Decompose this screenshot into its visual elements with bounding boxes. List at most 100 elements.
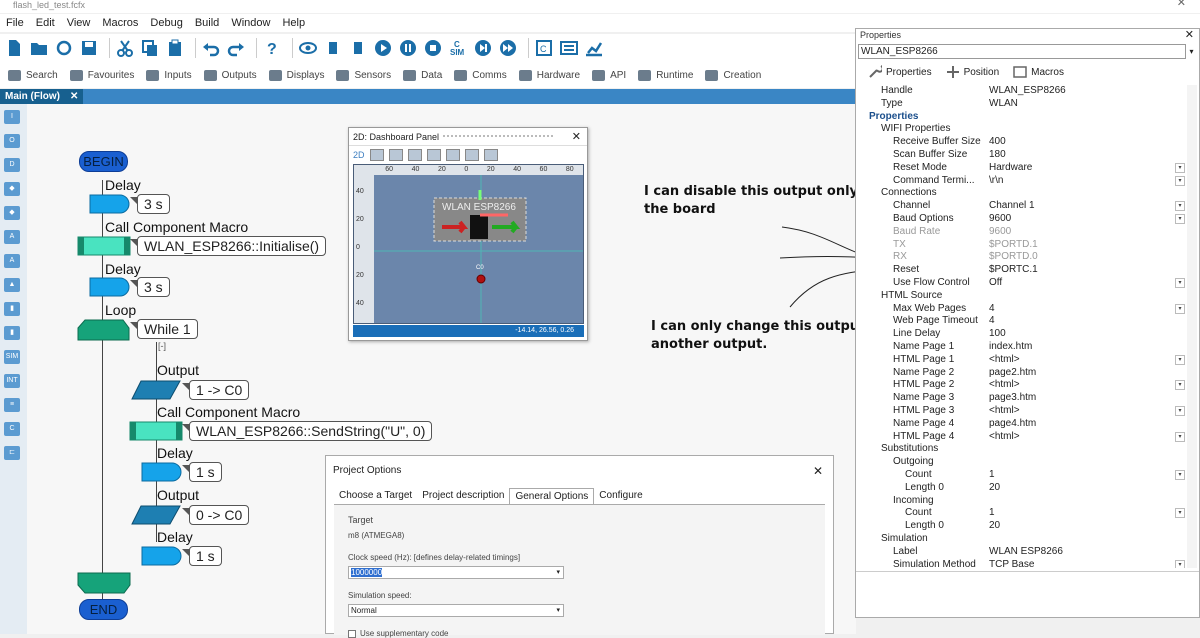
component-selector[interactable]: WLAN_ESP8266 <box>858 44 1186 59</box>
fast-forward-icon[interactable] <box>498 38 518 58</box>
tab-main-flow[interactable]: Main (Flow) ✕ <box>0 89 84 104</box>
cut-icon[interactable] <box>115 38 135 58</box>
begin-terminal[interactable]: BEGIN <box>79 151 128 172</box>
category-creation[interactable]: Creation <box>703 67 761 84</box>
chevron-down-icon[interactable]: ▾ <box>1175 214 1185 224</box>
property-value[interactable]: page2.htm <box>989 367 1036 380</box>
palette-item-icon[interactable]: C <box>4 422 20 436</box>
property-row[interactable]: Channel Channel 1 ▾ <box>861 200 1187 213</box>
dialog-tab[interactable]: Choose a Target <box>334 488 417 504</box>
chevron-down-icon[interactable]: ▾ <box>1175 406 1185 416</box>
delay-block-3[interactable] <box>141 462 183 482</box>
undo-icon[interactable] <box>201 38 221 58</box>
palette-item-icon[interactable]: I <box>4 110 20 124</box>
copy-icon[interactable] <box>140 38 160 58</box>
macro-block-2[interactable] <box>129 421 183 441</box>
delay-block-4[interactable] <box>141 546 183 566</box>
property-row[interactable]: Command Termi... \r\n ▾ <box>861 175 1187 188</box>
property-row[interactable]: Name Page 3 page3.htm <box>861 392 1187 405</box>
dashboard-canvas[interactable]: WLAN ESP8266 C0 60 40 20 0 20 40 60 80 40 20 0 20 4… <box>353 164 584 324</box>
output-block-2[interactable] <box>131 505 181 525</box>
property-value[interactable]: 400 <box>989 136 1006 149</box>
property-row[interactable]: Count 1 ▾ <box>861 469 1187 482</box>
chevron-down-icon[interactable]: ▾ <box>1186 44 1197 59</box>
property-row[interactable]: Reset Mode Hardware ▾ <box>861 162 1187 175</box>
chevron-down-icon[interactable]: ▾ <box>1175 303 1185 314</box>
category-search[interactable]: Search <box>6 67 58 84</box>
color-tool-icon[interactable] <box>483 148 498 161</box>
property-value[interactable]: <html> <box>989 431 1020 444</box>
property-value[interactable]: \r\n <box>989 175 1003 188</box>
property-value[interactable]: 20 <box>989 482 1000 495</box>
palette-item-icon[interactable]: O <box>4 134 20 148</box>
property-value[interactable]: TCP Base <box>989 559 1034 568</box>
chevron-down-icon[interactable]: ▾ <box>1175 431 1185 442</box>
pointer-tool-icon[interactable] <box>369 148 384 161</box>
property-row[interactable]: Count 1 ▾ <box>861 507 1187 520</box>
property-row[interactable]: HTML Page 3 <html> ▾ <box>861 405 1187 418</box>
palette-item-icon[interactable]: INT <box>4 374 20 388</box>
property-row[interactable]: HTML Page 1 <html> ▾ <box>861 354 1187 367</box>
chart-view-icon[interactable] <box>584 38 604 58</box>
tab-close-icon[interactable]: ✕ <box>70 89 78 104</box>
chevron-down-icon[interactable]: ▾ <box>1175 508 1185 519</box>
output-block-1[interactable] <box>131 380 181 400</box>
property-row[interactable]: HTML Source <box>861 290 1187 303</box>
rotate-tool-icon[interactable] <box>407 148 422 161</box>
property-value[interactable]: 100 <box>989 328 1006 341</box>
palette-item-icon[interactable]: SIM <box>4 350 20 364</box>
property-value[interactable]: $PORTD.0 <box>989 251 1038 264</box>
menu-edit[interactable]: Edit <box>30 14 61 32</box>
property-value[interactable]: Off <box>989 277 1002 290</box>
eye-icon[interactable] <box>298 38 318 58</box>
palette-item-icon[interactable]: ▲ <box>4 278 20 292</box>
property-row[interactable]: Name Page 4 page4.htm <box>861 418 1187 431</box>
dialog-tab[interactable]: General Options <box>509 488 595 504</box>
property-row[interactable]: Type WLAN <box>861 98 1187 111</box>
dialog-tab[interactable]: Project description <box>417 488 509 504</box>
property-row[interactable]: TX $PORTD.1 <box>861 239 1187 252</box>
property-row[interactable]: HTML Page 4 <html> ▾ <box>861 431 1187 444</box>
property-value[interactable]: 4 <box>989 315 995 328</box>
property-value[interactable]: $PORTD.1 <box>989 239 1038 252</box>
property-row[interactable]: WIFI Properties <box>861 123 1187 136</box>
properties-scrollbar[interactable] <box>1187 85 1197 568</box>
code-view-icon[interactable]: C <box>534 38 554 58</box>
category-outputs[interactable]: Outputs <box>202 67 257 84</box>
stop-icon[interactable] <box>423 38 443 58</box>
property-row[interactable]: Name Page 2 page2.htm <box>861 367 1187 380</box>
category-favourites[interactable]: Favourites <box>68 67 134 84</box>
property-value[interactable]: 4 <box>989 303 995 316</box>
help-icon[interactable]: ? <box>262 38 282 58</box>
chevron-down-icon[interactable]: ▾ <box>1175 162 1185 173</box>
compile-chip-icon[interactable] <box>323 38 343 58</box>
property-value[interactable]: WLAN_ESP8266 <box>989 85 1066 98</box>
property-value[interactable]: 9600 <box>989 213 1011 226</box>
sim-icon[interactable]: SIM C <box>448 38 468 58</box>
palette-item-icon[interactable]: A <box>4 254 20 268</box>
palette-item-icon[interactable]: ◆ <box>4 182 20 196</box>
property-value[interactable]: <html> <box>989 379 1020 392</box>
chevron-down-icon[interactable]: ▾ <box>1175 470 1185 480</box>
loop-collapse-toggle[interactable]: [-] <box>158 341 166 351</box>
property-row[interactable]: Simulation <box>861 533 1187 546</box>
category-runtime[interactable]: Runtime <box>636 67 693 84</box>
palette-item-icon[interactable]: A <box>4 230 20 244</box>
open-folder-icon[interactable] <box>29 38 49 58</box>
drag-handle[interactable] <box>443 134 554 141</box>
menu-window[interactable]: Window <box>225 14 276 32</box>
palette-item-icon[interactable]: ▮ <box>4 326 20 340</box>
property-value[interactable]: 20 <box>989 520 1000 533</box>
menu-macros[interactable]: Macros <box>96 14 144 32</box>
loop-start-block[interactable] <box>77 319 131 341</box>
property-value[interactable]: $PORTC.1 <box>989 264 1038 277</box>
property-value[interactable]: page3.htm <box>989 392 1036 405</box>
delay-block-1[interactable] <box>89 194 131 214</box>
property-value[interactable]: 9600 <box>989 226 1011 239</box>
category-inputs[interactable]: Inputs <box>144 67 192 84</box>
camera-tool-icon[interactable] <box>445 148 460 161</box>
tab-properties[interactable]: Properties <box>868 65 932 79</box>
property-row[interactable]: Baud Rate 9600 <box>861 226 1187 239</box>
category-displays[interactable]: Displays <box>267 67 324 84</box>
chevron-down-icon[interactable]: ▾ <box>1175 354 1185 365</box>
